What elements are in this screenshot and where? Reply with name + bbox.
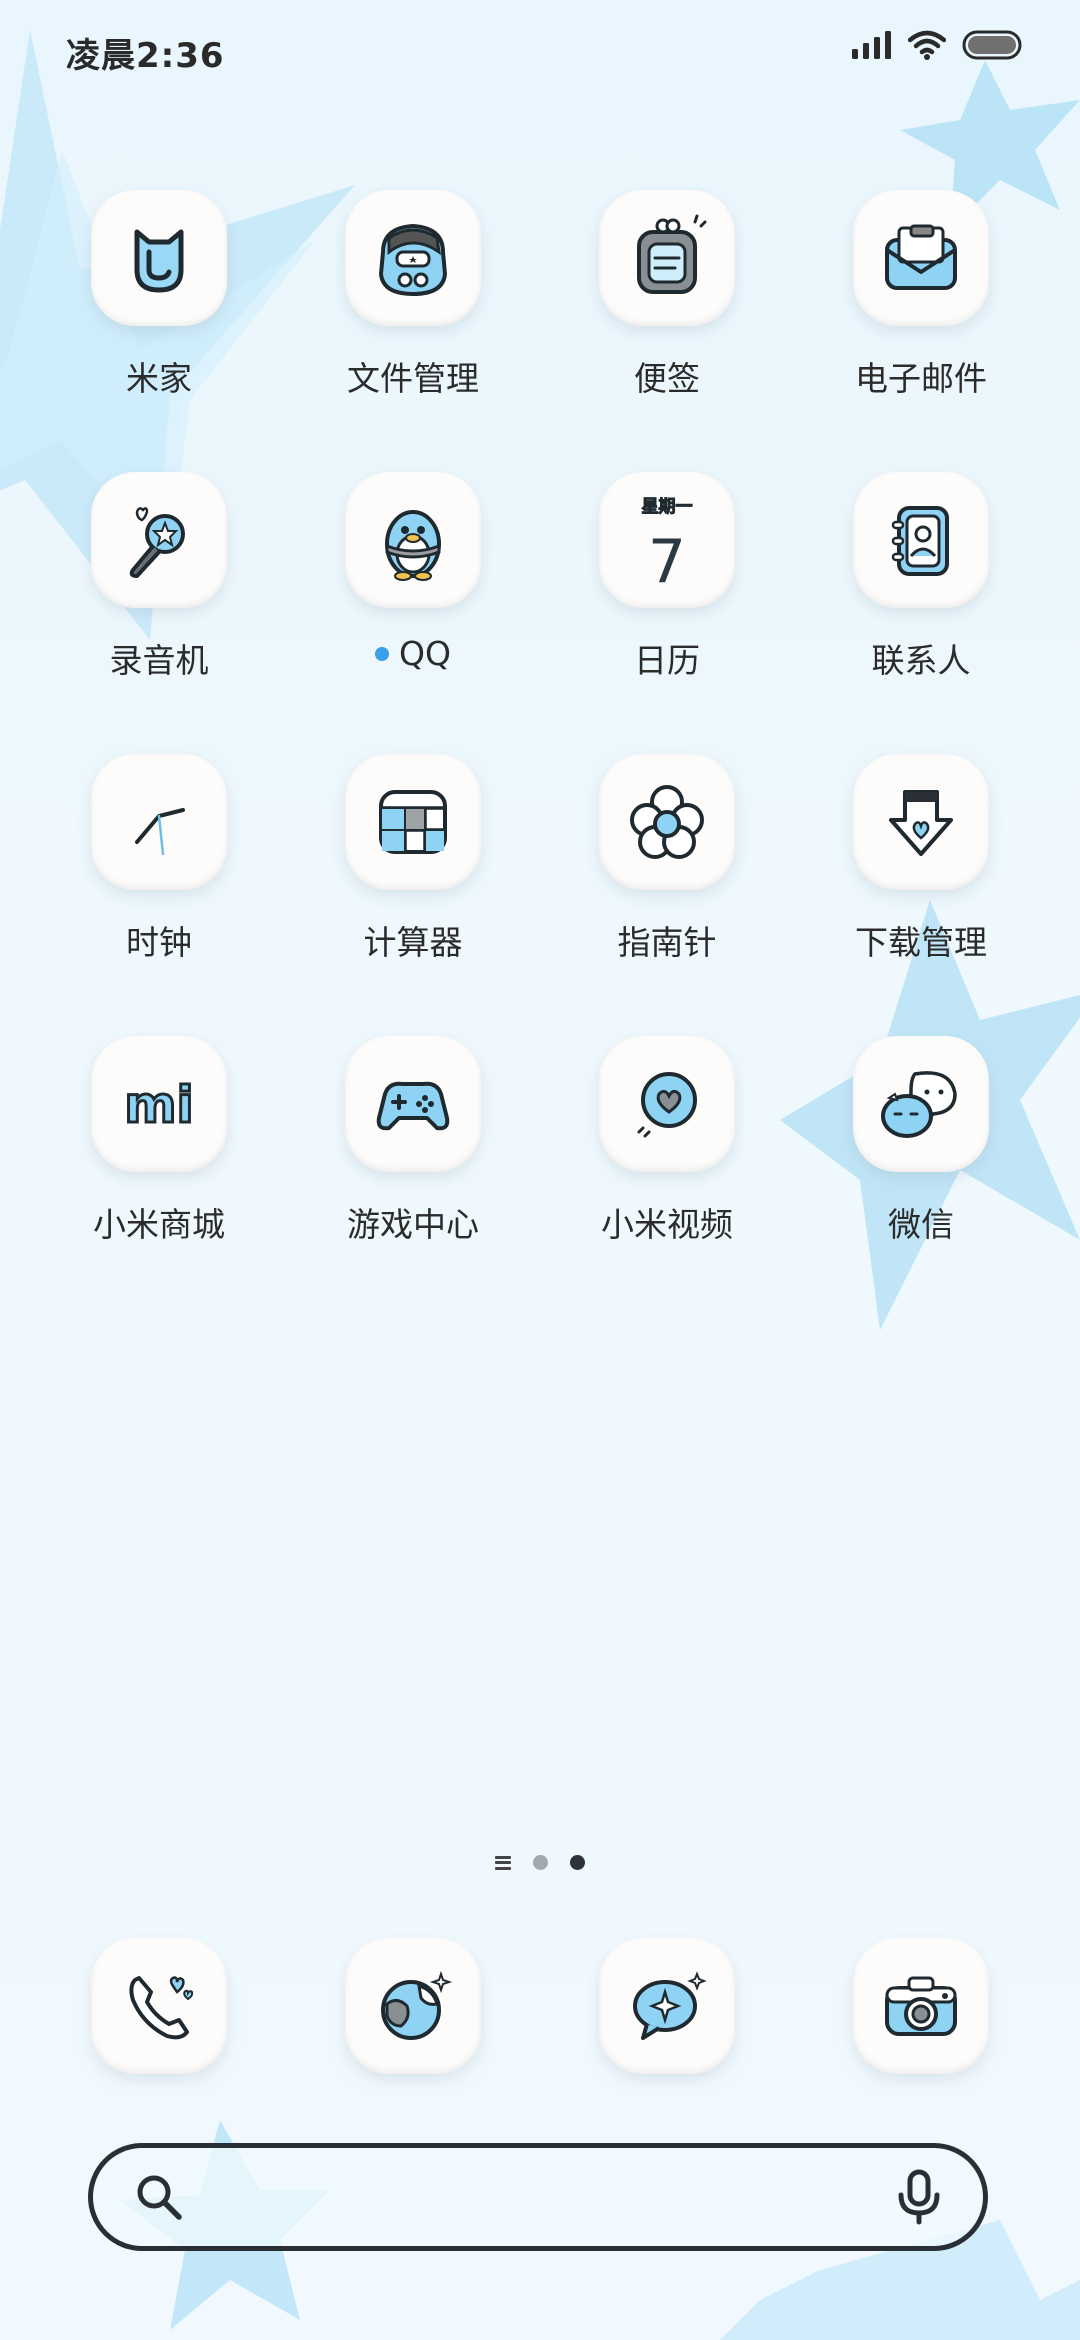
mi-store-icon: mi [91, 1036, 227, 1172]
dock-camera[interactable] [794, 1938, 1048, 2074]
page-dot-2-active[interactable] [570, 1855, 585, 1870]
app-label: 时钟 [126, 923, 192, 962]
search-bar[interactable] [88, 2143, 988, 2251]
app-grid: 米家 文件管理 便签 电子邮件 录音机 QQ 星期一 7 日历 联系人 时钟 计… [0, 190, 1080, 1318]
dock-messages[interactable] [540, 1938, 794, 2074]
qq-penguin-icon [345, 472, 481, 608]
page-list-icon[interactable] [495, 1855, 511, 1870]
calendar-icon: 星期一 7 [599, 472, 735, 608]
download-icon [853, 754, 989, 890]
app-notes[interactable]: 便签 [540, 190, 794, 472]
wifi-icon [908, 30, 946, 60]
app-mijia[interactable]: 米家 [32, 190, 286, 472]
app-label-text: QQ [399, 634, 451, 673]
app-label: 电子邮件 [855, 359, 987, 398]
app-label: QQ [375, 634, 451, 673]
app-label: 文件管理 [347, 359, 479, 398]
status-bar: 凌晨2:36 [0, 0, 1080, 100]
clock-icon [91, 754, 227, 890]
signal-icon [852, 31, 891, 59]
app-label: 指南针 [617, 923, 717, 962]
app-contacts[interactable]: 联系人 [794, 472, 1048, 754]
dock-browser[interactable] [286, 1938, 540, 2074]
app-label: 下载管理 [855, 923, 987, 962]
calendar-weekday: 星期一 [642, 497, 693, 517]
app-mi-video[interactable]: 小米视频 [540, 1036, 794, 1318]
app-game-center[interactable]: 游戏中心 [286, 1036, 540, 1318]
app-calendar[interactable]: 星期一 7 日历 [540, 472, 794, 754]
mijia-icon [91, 190, 227, 326]
app-label: 微信 [888, 1205, 954, 1244]
messages-icon [599, 1938, 735, 2074]
app-label: 小米视频 [601, 1205, 733, 1244]
battery-icon [962, 30, 1022, 60]
email-icon [853, 190, 989, 326]
app-label: 联系人 [871, 641, 971, 680]
wechat-icon [853, 1036, 989, 1172]
page-indicator [0, 1855, 1080, 1870]
notification-dot [375, 646, 390, 661]
status-icons [852, 30, 1024, 60]
recorder-icon [91, 472, 227, 608]
app-label: 游戏中心 [347, 1205, 479, 1244]
contacts-icon [853, 472, 989, 608]
app-qq[interactable]: QQ [286, 472, 540, 754]
phone-icon [91, 1938, 227, 2074]
mi-logo-text: mi [124, 1076, 193, 1134]
search-icon[interactable] [133, 2171, 185, 2223]
dock [0, 1938, 1080, 2074]
gamepad-icon [345, 1036, 481, 1172]
app-clock[interactable]: 时钟 [32, 754, 286, 1036]
app-label: 计算器 [363, 923, 463, 962]
calendar-day: 7 [648, 527, 686, 590]
file-manager-icon [345, 190, 481, 326]
status-time: 凌晨2:36 [66, 36, 225, 76]
notes-icon [599, 190, 735, 326]
app-label: 日历 [634, 641, 700, 680]
app-email[interactable]: 电子邮件 [794, 190, 1048, 472]
camera-icon [853, 1938, 989, 2074]
dock-phone[interactable] [32, 1938, 286, 2074]
page-dot-1[interactable] [533, 1855, 548, 1870]
app-mi-store[interactable]: mi 小米商城 [32, 1036, 286, 1318]
app-recorder[interactable]: 录音机 [32, 472, 286, 754]
app-wechat[interactable]: 微信 [794, 1036, 1048, 1318]
video-icon [599, 1036, 735, 1172]
app-download-manager[interactable]: 下载管理 [794, 754, 1048, 1036]
app-label: 录音机 [109, 641, 209, 680]
app-label: 小米商城 [93, 1205, 225, 1244]
browser-globe-icon [345, 1938, 481, 2074]
microphone-icon[interactable] [895, 2169, 943, 2225]
calculator-icon [345, 754, 481, 890]
compass-flower-icon [599, 754, 735, 890]
app-compass[interactable]: 指南针 [540, 754, 794, 1036]
app-file-manager[interactable]: 文件管理 [286, 190, 540, 472]
app-label: 米家 [126, 359, 192, 398]
app-calculator[interactable]: 计算器 [286, 754, 540, 1036]
app-label: 便签 [634, 359, 700, 398]
